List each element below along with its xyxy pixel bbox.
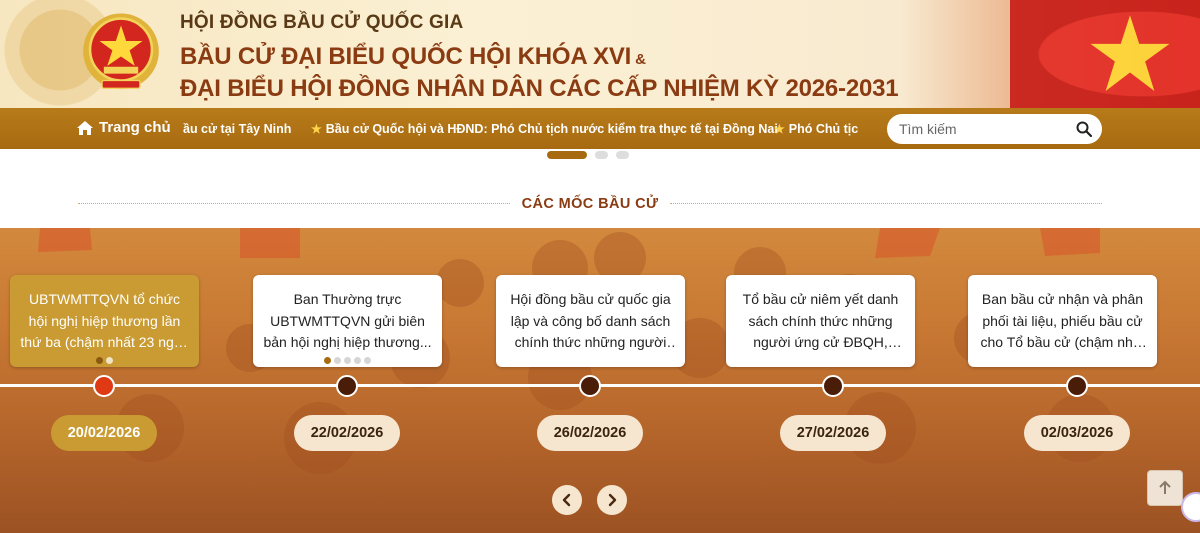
timeline-node[interactable]: [1066, 375, 1088, 397]
page-title[interactable]: BẦU CỬ ĐẠI BIỂU QUỐC HỘI KHÓA XVI & ĐẠI B…: [180, 42, 899, 103]
milestone-date[interactable]: 26/02/2026: [537, 415, 643, 451]
ticker-label: Bầu cử Quốc hội và HĐND: Phó Chủ tịch nư…: [325, 122, 778, 136]
milestone-card[interactable]: Ban bầu cử nhận và phân phối tài liệu, p…: [968, 275, 1157, 367]
banner-dot[interactable]: [547, 151, 587, 159]
timeline-node[interactable]: [93, 375, 115, 397]
ticker-item[interactable]: ★ Bầu cử Quốc hội và HĐND: Phó Chủ tịch …: [311, 122, 778, 136]
ticker-label: ầu cử tại Tây Ninh: [183, 122, 292, 136]
next-button[interactable]: [597, 485, 627, 515]
milestone-text: UBTWMTTQVN tổ chức hội nghị hiệp thương …: [20, 291, 189, 350]
back-to-top-button[interactable]: [1147, 470, 1183, 506]
home-label: Trang chủ: [99, 119, 171, 136]
milestone-text: Hội đồng bầu cử quốc gia lập và công bố …: [510, 291, 671, 350]
search-input[interactable]: [899, 119, 1069, 139]
ticker-item[interactable]: ầu cử tại Tây Ninh: [183, 122, 291, 136]
site-header: HỘI ĐỒNG BẦU CỬ QUỐC GIA BẦU CỬ ĐẠI BIỂU…: [0, 0, 1200, 108]
vietnam-flag: [1010, 0, 1200, 108]
news-ticker: ầu cử tại Tây Ninh ★ Bầu cử Quốc hội và …: [183, 108, 858, 149]
search-box: [887, 114, 1102, 144]
milestone-text: Ban bầu cử nhận và phân phối tài liệu, p…: [980, 291, 1145, 350]
banner-pagination: [547, 151, 637, 159]
card-dot[interactable]: [344, 357, 351, 364]
milestone-date[interactable]: 22/02/2026: [294, 415, 400, 451]
org-title: HỘI ĐỒNG BẦU CỬ QUỐC GIA: [180, 12, 464, 33]
home-link[interactable]: Trang chủ: [76, 119, 171, 136]
home-icon: [77, 120, 93, 135]
card-dot[interactable]: [106, 357, 113, 364]
timeline-node[interactable]: [822, 375, 844, 397]
chevron-right-icon: [608, 493, 617, 507]
section-title: CÁC MỐC BẦU CỬ: [521, 196, 659, 212]
card-dot[interactable]: [96, 357, 103, 364]
star-icon: ★: [774, 122, 785, 136]
arrow-up-icon: [1159, 480, 1171, 494]
timeline-node[interactable]: [336, 375, 358, 397]
chevron-left-icon: [562, 493, 571, 507]
milestone-card[interactable]: Hội đồng bầu cử quốc gia lập và công bố …: [496, 275, 685, 367]
ticker-label: Phó Chủ tịcl: [788, 122, 858, 136]
milestone-card[interactable]: Tổ bầu cử niêm yết danh sách chính thức …: [726, 275, 915, 367]
national-emblem-icon[interactable]: [78, 10, 164, 96]
milestone-date[interactable]: 27/02/2026: [780, 415, 886, 451]
card-pagination: [10, 357, 199, 364]
star-icon: ★: [311, 122, 322, 136]
election-timeline: UBTWMTTQVN tổ chức hội nghị hiệp thương …: [0, 228, 1200, 533]
title-amp: &: [635, 51, 646, 68]
title-line-2: ĐẠI BIỂU HỘI ĐỒNG NHÂN DÂN CÁC CẤP NHIỆM…: [180, 75, 899, 102]
milestone-card[interactable]: UBTWMTTQVN tổ chức hội nghị hiệp thương …: [10, 275, 199, 367]
card-dot[interactable]: [334, 357, 341, 364]
prev-button[interactable]: [552, 485, 582, 515]
ticker-item[interactable]: ★ Phó Chủ tịcl: [774, 122, 858, 136]
timeline-node[interactable]: [579, 375, 601, 397]
card-pagination: [253, 357, 442, 364]
main-nav: Trang chủ ầu cử tại Tây Ninh ★ Bầu cử Qu…: [0, 108, 1200, 149]
milestone-text: Tổ bầu cử niêm yết danh sách chính thức …: [742, 291, 899, 350]
flag-star-icon: [1090, 15, 1170, 91]
milestone-date[interactable]: 02/03/2026: [1024, 415, 1130, 451]
milestone-date[interactable]: 20/02/2026: [51, 415, 157, 451]
card-dot[interactable]: [364, 357, 371, 364]
banner-dot[interactable]: [595, 151, 608, 159]
card-dot[interactable]: [354, 357, 361, 364]
milestone-card[interactable]: Ban Thường trực UBTWMTTQVN gửi biên bản …: [253, 275, 442, 367]
title-line-1: BẦU CỬ ĐẠI BIỂU QUỐC HỘI KHÓA XVI: [180, 43, 632, 70]
banner-dot[interactable]: [616, 151, 629, 159]
milestone-text: Ban Thường trực UBTWMTTQVN gửi biên bản …: [263, 291, 432, 350]
card-dot[interactable]: [324, 357, 331, 364]
search-icon[interactable]: [1076, 121, 1092, 137]
